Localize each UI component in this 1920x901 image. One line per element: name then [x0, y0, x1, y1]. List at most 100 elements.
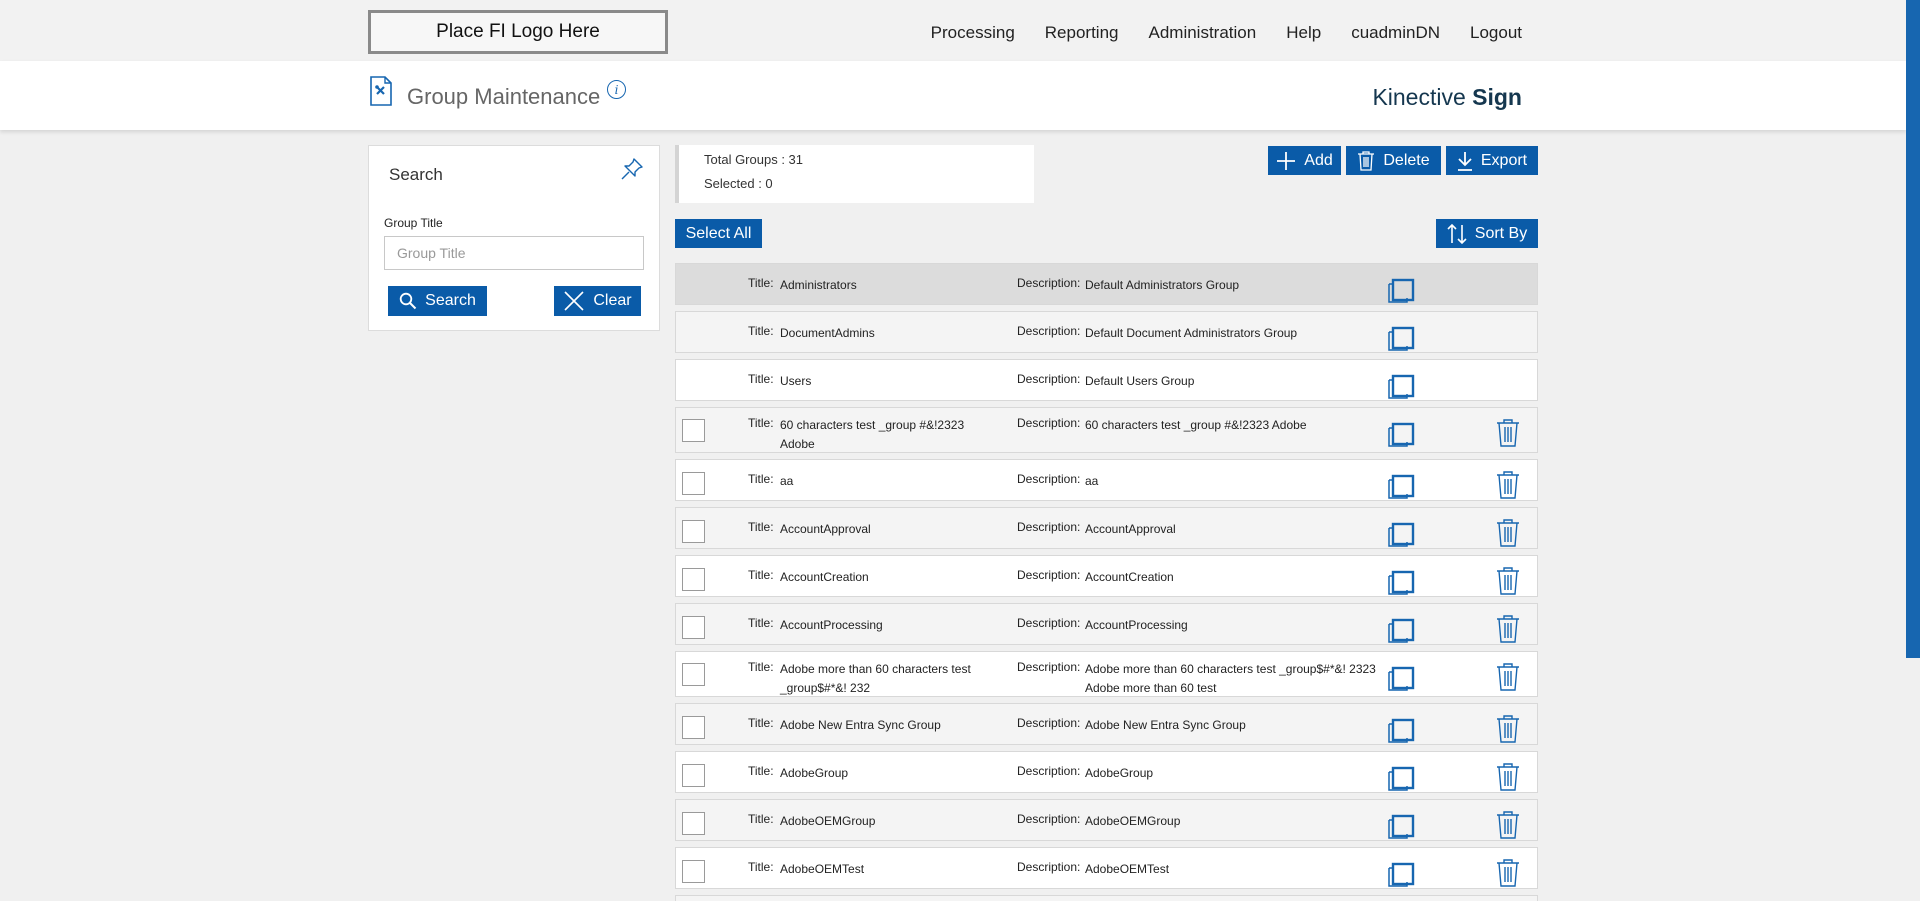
copy-icon[interactable]: [1387, 716, 1415, 744]
group-description: Default Administrators Group: [1085, 278, 1240, 292]
description-label: Description:: [1017, 860, 1081, 874]
nav-user-account[interactable]: cuadminDN: [1351, 23, 1440, 43]
nav-help[interactable]: Help: [1286, 23, 1321, 43]
group-title: AdobeOEMTest: [780, 862, 865, 876]
trash-icon[interactable]: [1496, 663, 1520, 691]
group-description: Adobe New Entra Sync Group: [1085, 718, 1246, 732]
add-group-button[interactable]: Add: [1268, 146, 1341, 175]
main-nav: Processing Reporting Administration Help…: [931, 0, 1522, 66]
group-row-checkbox[interactable]: [682, 472, 705, 495]
copy-icon[interactable]: [1387, 764, 1415, 792]
group-title-label: Group Title: [384, 216, 443, 230]
close-icon: [564, 291, 584, 311]
group-row[interactable]: Title: Adobe New Entra Sync Group Descript…: [675, 703, 1538, 745]
group-row[interactable]: Title: AdobeOEMTest Description: AdobeOEMTe…: [675, 847, 1538, 889]
delete-button-label: Delete: [1383, 151, 1430, 169]
copy-icon[interactable]: [1387, 472, 1415, 500]
clear-button[interactable]: Clear: [554, 286, 641, 316]
group-title: AccountProcessing: [780, 618, 883, 632]
sort-by-button[interactable]: Sort By: [1436, 219, 1538, 248]
group-row[interactable]: Title: 60 characters test _group #&!2323 …: [675, 407, 1538, 453]
search-button[interactable]: Search: [388, 286, 487, 316]
copy-icon[interactable]: [1387, 372, 1415, 400]
trash-icon[interactable]: [1496, 419, 1520, 447]
clear-button-label: Clear: [593, 292, 632, 309]
group-title: AdobeOEMGroup: [780, 814, 876, 828]
brand-name-bold: Sign: [1472, 84, 1522, 110]
copy-icon[interactable]: [1387, 568, 1415, 596]
group-row[interactable]: Title: Administrators Description: Default …: [675, 263, 1538, 305]
group-row[interactable]: Title: DocumentAdmins Description: Default …: [675, 311, 1538, 353]
nav-administration[interactable]: Administration: [1149, 23, 1257, 43]
description-label: Description:: [1017, 616, 1081, 630]
group-description: 60 characters test _group #&!2323 Adobe: [1085, 418, 1307, 432]
trash-icon[interactable]: [1496, 519, 1520, 547]
export-button[interactable]: Export: [1446, 146, 1538, 175]
copy-icon[interactable]: [1387, 860, 1415, 888]
group-row-checkbox[interactable]: [682, 764, 705, 787]
group-description: AdobeGroup: [1085, 766, 1154, 780]
nav-reporting[interactable]: Reporting: [1045, 23, 1119, 43]
copy-icon[interactable]: [1387, 276, 1415, 304]
trash-icon[interactable]: [1496, 615, 1520, 643]
add-button-label: Add: [1304, 151, 1333, 169]
group-row-checkbox[interactable]: [682, 419, 705, 442]
group-row-checkbox[interactable]: [682, 616, 705, 639]
export-button-label: Export: [1480, 151, 1528, 169]
group-row[interactable]: Title:apomaGRPDescription:apomaGRP: [675, 895, 1538, 901]
group-description: AdobeOEMGroup: [1085, 814, 1181, 828]
trash-icon[interactable]: [1496, 811, 1520, 839]
group-row-checkbox[interactable]: [682, 663, 705, 686]
group-row-checkbox[interactable]: [682, 568, 705, 591]
group-row[interactable]: Title: AccountProcessing Description: Accou…: [675, 603, 1538, 645]
title-label: Title:: [748, 812, 774, 826]
sort-by-button-label: Sort By: [1474, 224, 1528, 242]
trash-icon[interactable]: [1496, 715, 1520, 743]
trash-icon[interactable]: [1496, 859, 1520, 887]
group-title: Adobe more than 60 characters test _grou…: [780, 662, 971, 695]
copy-icon[interactable]: [1387, 664, 1415, 692]
trash-icon[interactable]: [1496, 471, 1520, 499]
copy-icon[interactable]: [1387, 324, 1415, 352]
group-row[interactable]: Title: AccountApproval Description: Account…: [675, 507, 1538, 549]
group-title-input[interactable]: [384, 236, 644, 270]
nav-processing[interactable]: Processing: [931, 23, 1015, 43]
page-scrollbar-thumb[interactable]: [1906, 0, 1920, 658]
top-header: Place FI Logo Here Processing Reporting …: [0, 0, 1920, 61]
group-row-checkbox[interactable]: [682, 812, 705, 835]
plus-icon: [1277, 151, 1296, 170]
group-list: Title: Administrators Description: Default …: [675, 263, 1538, 901]
sort-icon: [1447, 223, 1467, 244]
group-row-checkbox[interactable]: [682, 860, 705, 883]
title-label: Title:: [748, 660, 774, 674]
group-title: Users: [780, 374, 812, 388]
copy-icon[interactable]: [1387, 420, 1415, 448]
page-title: Group Maintenance: [407, 84, 601, 109]
trash-icon[interactable]: [1496, 763, 1520, 791]
group-row-checkbox[interactable]: [682, 520, 705, 543]
trash-icon[interactable]: [1496, 567, 1520, 595]
group-row-checkbox[interactable]: [682, 716, 705, 739]
copy-icon[interactable]: [1387, 616, 1415, 644]
group-row[interactable]: Title: AdobeGroup Description: AdobeGroup: [675, 751, 1538, 793]
group-row[interactable]: Title: Users Description: Default Users Gro…: [675, 359, 1538, 401]
copy-icon[interactable]: [1387, 812, 1415, 840]
delete-groups-button[interactable]: Delete: [1346, 146, 1441, 175]
description-label: Description:: [1017, 472, 1081, 486]
copy-icon[interactable]: [1387, 520, 1415, 548]
group-row[interactable]: Title: Adobe more than 60 characters test…: [675, 651, 1538, 697]
title-label: Title:: [748, 764, 774, 778]
group-description: Default Document Administrators Group: [1085, 326, 1298, 340]
pin-icon[interactable]: [619, 156, 645, 182]
title-label: Title:: [748, 568, 774, 582]
select-all-button[interactable]: Select All: [675, 219, 762, 248]
group-row[interactable]: Title: aa Description: aa: [675, 459, 1538, 501]
description-label: Description:: [1017, 416, 1081, 430]
nav-logout[interactable]: Logout: [1470, 23, 1522, 43]
group-row[interactable]: Title: AccountCreation Description: Account…: [675, 555, 1538, 597]
info-icon[interactable]: i: [607, 80, 626, 99]
group-row[interactable]: Title: AdobeOEMGroup Description: AdobeOEMG…: [675, 799, 1538, 841]
group-title: AdobeGroup: [780, 766, 849, 780]
title-label: Title:: [748, 324, 774, 338]
brand-wordmark: Kinective Sign: [1372, 84, 1522, 111]
